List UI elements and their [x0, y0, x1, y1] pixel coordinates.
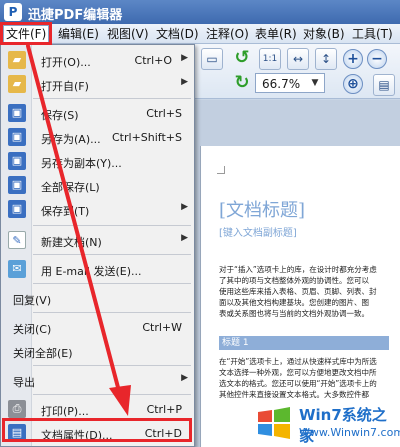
annotation-arrow: [26, 44, 131, 416]
arrow-shaft: [26, 44, 122, 397]
windows-logo-icon: [258, 407, 290, 439]
watermark-url: Www.Winwin7.com: [299, 426, 400, 439]
arrow-head: [109, 385, 131, 416]
watermark: Win7系统之家 Www.Winwin7.com: [255, 400, 400, 447]
watermark-title: Win7系统之家: [299, 406, 387, 445]
